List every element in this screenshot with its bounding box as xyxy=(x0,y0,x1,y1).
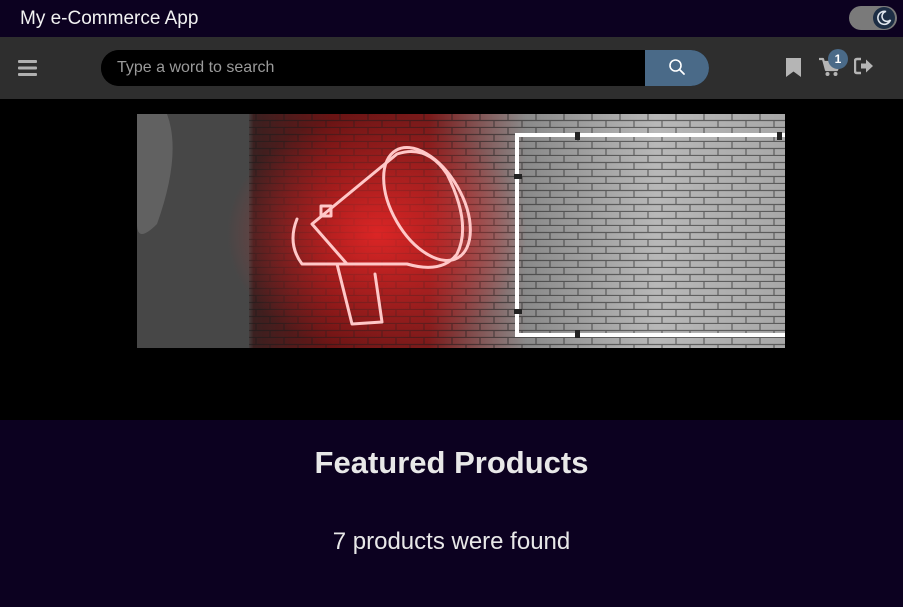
cart-count-badge: 1 xyxy=(828,49,848,69)
search-bar xyxy=(101,50,709,86)
hamburger-menu-icon[interactable] xyxy=(18,59,37,77)
theme-toggle[interactable] xyxy=(849,5,897,30)
search-icon xyxy=(668,58,686,79)
app-title: My e-Commerce App xyxy=(20,7,199,29)
featured-products-section: Featured Products 7 products were found xyxy=(0,420,903,607)
promo-banner-image xyxy=(137,114,785,348)
bookmark-icon[interactable] xyxy=(785,57,802,83)
search-button[interactable] xyxy=(645,50,709,86)
sign-out-icon[interactable] xyxy=(853,57,874,80)
navbar: 1 xyxy=(0,37,903,99)
section-title: Featured Products xyxy=(314,445,589,480)
results-count: 7 products were found xyxy=(332,528,571,555)
app-header: My e-Commerce App xyxy=(0,0,903,37)
hero-section xyxy=(0,99,903,420)
search-input[interactable] xyxy=(101,50,645,86)
moon-icon xyxy=(873,6,895,29)
